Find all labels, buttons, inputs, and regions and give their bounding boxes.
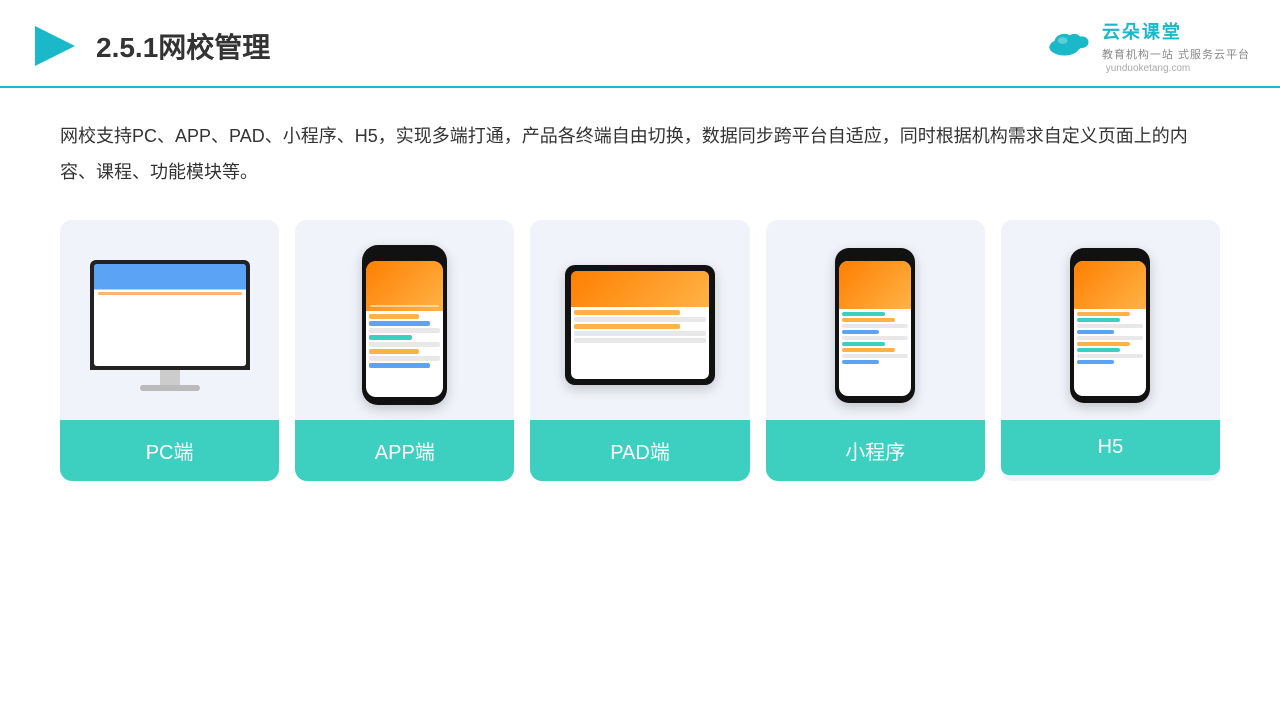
- card-h5-label: H5: [1001, 420, 1220, 475]
- phone-row-5: [369, 342, 440, 347]
- tablet-row-1: [574, 310, 680, 315]
- logo-text-group: 云朵课堂 教育机构一站 式服务云平台: [1102, 18, 1250, 62]
- mini-row-5: [842, 336, 908, 340]
- logo-main-text: 云朵课堂: [1102, 18, 1250, 44]
- h5-mini-phone-screen-body: [1074, 309, 1146, 369]
- mini-phone-screen-body: [839, 309, 911, 369]
- cards-container: PC端: [60, 220, 1220, 481]
- phone-notch: [393, 253, 417, 258]
- phone-screen-top: [366, 261, 443, 311]
- monitor-screen: [94, 264, 246, 366]
- tablet-row-5: [574, 338, 706, 343]
- h5-phone-illustration: [1070, 248, 1150, 403]
- h5-mini-phone-screen-top: [1074, 261, 1146, 309]
- mini-row-9: [842, 360, 878, 364]
- monitor-stand: [160, 370, 180, 385]
- phone-row-2: [369, 321, 429, 326]
- phone-illustration: [362, 245, 447, 405]
- phone-row-4: [369, 335, 412, 340]
- phone-screen: [366, 261, 443, 397]
- logo-cloud: 云朵课堂 教育机构一站 式服务云平台: [1046, 18, 1250, 62]
- mini-row-3: [842, 324, 908, 328]
- card-pc: PC端: [60, 220, 279, 481]
- tablet-screen-body: [571, 307, 709, 348]
- tablet-illustration: [565, 265, 715, 385]
- mini-phone-screen: [839, 261, 911, 396]
- card-app-image: [295, 220, 514, 420]
- logo-url: yunduoketang.com: [1106, 63, 1191, 74]
- tablet-screen-top: [571, 271, 709, 307]
- card-pad-image: [530, 220, 749, 420]
- card-pc-image: [60, 220, 279, 420]
- monitor-outer: [90, 260, 250, 370]
- phone-row-8: [369, 363, 429, 368]
- h5-mini-row-8: [1077, 354, 1143, 358]
- h5-mini-phone-screen: [1074, 261, 1146, 396]
- h5-mini-row-7: [1077, 348, 1120, 352]
- logo-tagline: 教育机构一站 式服务云平台: [1102, 46, 1250, 62]
- mini-row-8: [842, 354, 908, 358]
- page-title: 2.5.1网校管理: [96, 26, 270, 66]
- card-app-label: APP端: [295, 420, 514, 481]
- pc-monitor-illustration: [90, 260, 250, 391]
- phone-row-1: [369, 314, 419, 319]
- mini-row-7: [842, 348, 895, 352]
- mini-row-6: [842, 342, 885, 346]
- play-icon: [30, 21, 80, 71]
- mini-row-2: [842, 318, 895, 322]
- mini-phone-notch: [864, 255, 886, 259]
- mini-phone-outer: [835, 248, 915, 403]
- tablet-row-4: [574, 331, 706, 336]
- tablet-screen: [571, 271, 709, 379]
- tablet-row-3: [574, 324, 680, 329]
- phone-screen-body: [366, 311, 443, 373]
- card-miniprogram-label: 小程序: [766, 420, 985, 481]
- mini-row-4: [842, 330, 878, 334]
- tablet-row-2: [574, 317, 706, 322]
- h5-mini-row-2: [1077, 318, 1120, 322]
- phone-row-7: [369, 356, 440, 361]
- monitor-content: [94, 264, 246, 366]
- miniprogram-phone-illustration: [835, 248, 915, 403]
- card-h5-image: [1001, 220, 1220, 420]
- tablet-outer: [565, 265, 715, 385]
- header-left: 2.5.1网校管理: [30, 21, 270, 71]
- h5-mini-row-4: [1077, 330, 1113, 334]
- card-pc-label: PC端: [60, 420, 279, 481]
- h5-mini-row-9: [1077, 360, 1113, 364]
- h5-mini-phone-outer: [1070, 248, 1150, 403]
- description-text: 网校支持PC、APP、PAD、小程序、H5，实现多端打通，产品各终端自由切换，数…: [60, 118, 1220, 190]
- page-header: 2.5.1网校管理 云朵课堂 教育机构一站 式服务云平台 yunduoketan…: [0, 0, 1280, 88]
- phone-row-3: [369, 328, 440, 333]
- cloud-logo-icon: [1046, 23, 1096, 58]
- logo-area: 云朵课堂 教育机构一站 式服务云平台 yunduoketang.com: [1046, 18, 1250, 74]
- card-h5: H5: [1001, 220, 1220, 481]
- card-miniprogram-image: [766, 220, 985, 420]
- h5-mini-row-1: [1077, 312, 1130, 316]
- monitor-base: [140, 385, 200, 391]
- phone-row-6: [369, 349, 419, 354]
- h5-mini-row-6: [1077, 342, 1130, 346]
- h5-mini-row-3: [1077, 324, 1143, 328]
- h5-mini-row-5: [1077, 336, 1143, 340]
- mini-row-1: [842, 312, 885, 316]
- main-content: 网校支持PC、APP、PAD、小程序、H5，实现多端打通，产品各终端自由切换，数…: [0, 88, 1280, 501]
- phone-outer: [362, 245, 447, 405]
- card-pad-label: PAD端: [530, 420, 749, 481]
- card-app: APP端: [295, 220, 514, 481]
- card-miniprogram: 小程序: [766, 220, 985, 481]
- card-pad: PAD端: [530, 220, 749, 481]
- h5-mini-phone-notch: [1099, 255, 1121, 259]
- mini-phone-screen-top: [839, 261, 911, 309]
